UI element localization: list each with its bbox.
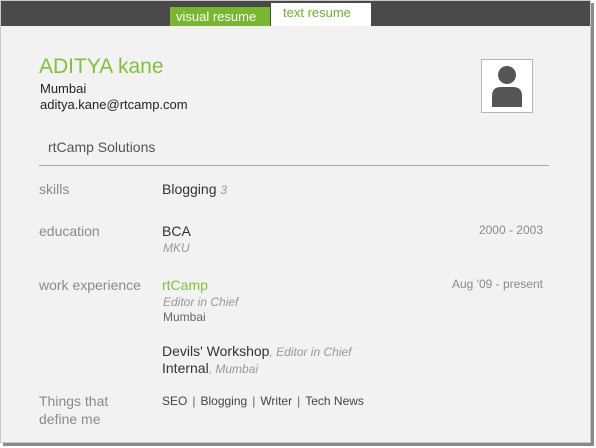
education-school: MKU (163, 241, 190, 255)
tag-separator: | (192, 394, 196, 408)
tag-separator: | (297, 394, 301, 408)
skill-item: Blogging 3 (162, 181, 227, 197)
job-location: Mumbai (163, 310, 206, 324)
define-me-tags: SEO | Blogging | Writer | Tech News (162, 394, 364, 408)
user-silhouette-icon (492, 66, 522, 107)
current-company: rtCamp Solutions (48, 139, 156, 155)
tag-item[interactable]: SEO (162, 394, 187, 408)
job-2-company: Devils' Workshop (162, 343, 270, 359)
education-dates: 2000 - 2003 (478, 223, 543, 237)
tab-text-resume[interactable]: text resume (271, 3, 371, 26)
profile-email[interactable]: aditya.kane@rtcamp.com (40, 97, 188, 112)
tag-item[interactable]: Writer (260, 394, 292, 408)
job-role: Editor in Chief (163, 295, 239, 309)
resume-panel: visual resume text resume ADITYA kane Mu… (0, 0, 591, 443)
job-2-org: Internal (162, 360, 209, 376)
education-degree: BCA (162, 223, 191, 239)
job-dates: Aug '09 - present (451, 277, 543, 291)
define-me-label-line2: define me (39, 411, 101, 427)
avatar (481, 59, 533, 113)
profile-name: ADITYA kane (39, 55, 164, 78)
define-me-label-line1: Things that (39, 393, 109, 409)
job-2-org-line: Internal, Mumbai (162, 360, 258, 376)
education-label: education (39, 223, 100, 239)
tag-item[interactable]: Blogging (200, 394, 247, 408)
profile-city: Mumbai (40, 81, 87, 96)
work-experience-label: work experience (39, 277, 141, 293)
job-2-location: Mumbai (215, 362, 259, 376)
skill-name: Blogging (162, 181, 217, 197)
tab-visual-resume[interactable]: visual resume (170, 7, 270, 26)
job-2-role: Editor in Chief (276, 345, 352, 359)
skills-label: skills (39, 181, 70, 197)
skill-count: 3 (220, 183, 228, 197)
divider (39, 165, 549, 166)
tag-separator: | (252, 394, 256, 408)
tag-item[interactable]: Tech News (305, 394, 364, 408)
job-2: Devils' Workshop, Editor in Chief (162, 343, 352, 359)
job-company[interactable]: rtCamp (162, 277, 208, 293)
